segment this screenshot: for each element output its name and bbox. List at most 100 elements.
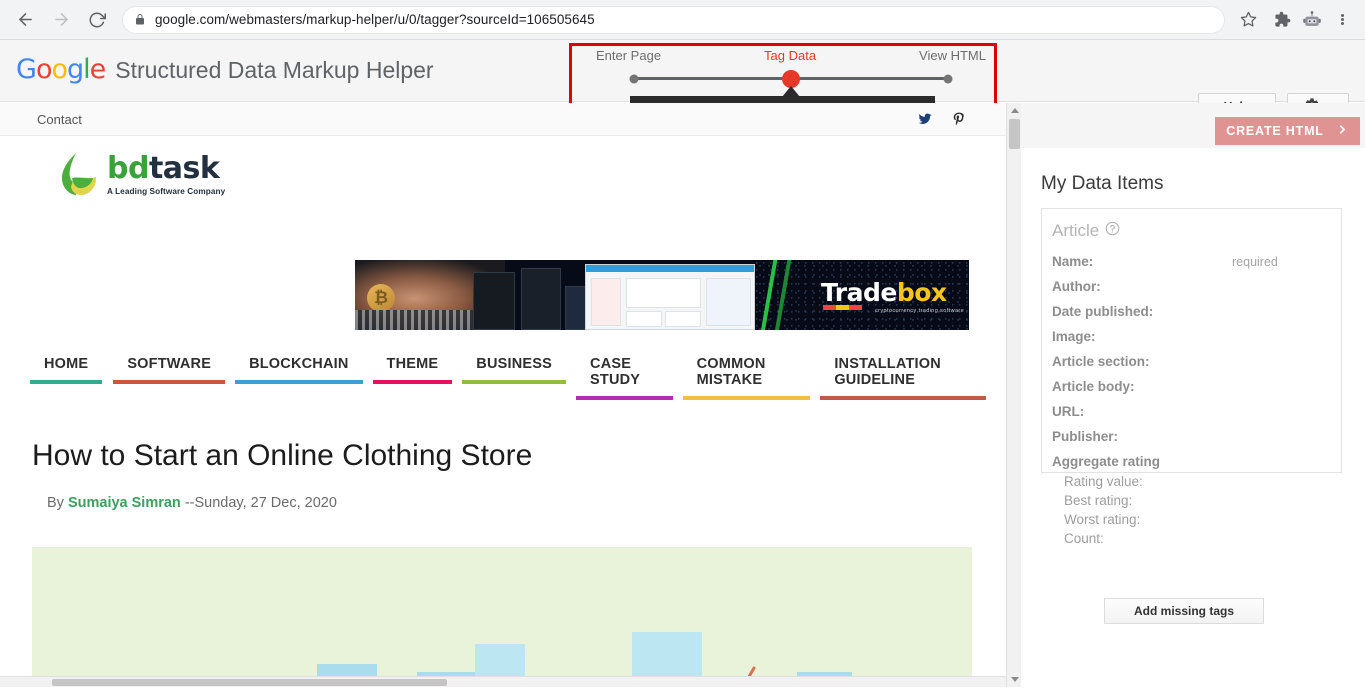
menu-dot — [1340, 22, 1344, 26]
nav-underline — [576, 396, 673, 400]
property-name[interactable]: Name: — [1052, 254, 1093, 269]
address-bar[interactable]: google.com/webmasters/markup-helper/u/0/… — [122, 5, 1225, 34]
article-headline[interactable]: How to Start an Online Clothing Store — [32, 439, 532, 473]
logo-letter-o2: o — [51, 54, 68, 85]
tradebox-o-icon: o — [914, 278, 931, 307]
banner-panel-1 — [626, 311, 662, 327]
tradebox-bar-yellow — [836, 305, 849, 310]
article-date[interactable]: Sunday, 27 Dec, 2020 — [194, 495, 336, 511]
banner-panel-2 — [665, 311, 701, 327]
contact-link[interactable]: Contact — [37, 112, 82, 127]
property-best-rating[interactable]: Best rating: — [1064, 493, 1132, 508]
nav-item-blockchain[interactable]: BLOCKCHAIN — [235, 353, 363, 384]
chrome-menu-icon[interactable] — [1329, 12, 1355, 26]
extensions-puzzle-icon[interactable] — [1267, 5, 1297, 35]
data-item-type-label: Article — [1052, 221, 1100, 240]
banner-screen-b — [521, 268, 561, 330]
pinterest-icon[interactable] — [951, 110, 967, 128]
scroll-up-arrow-icon[interactable] — [1011, 108, 1019, 113]
menu-dot — [1340, 18, 1344, 21]
banner-screen-titlebar — [586, 265, 754, 272]
site-logo[interactable]: bdtask A Leading Software Company — [58, 151, 225, 199]
tradebox-trade: Trade — [821, 278, 897, 307]
scroll-down-arrow-icon[interactable] — [1011, 677, 1019, 682]
create-html-label: CREATE HTML — [1226, 124, 1324, 138]
nav-label: BLOCKCHAIN — [249, 356, 349, 372]
add-missing-tags-button[interactable]: Add missing tags — [1104, 598, 1264, 624]
nav-label: INSTALLATION GUIDELINE — [834, 356, 941, 388]
nav-underline — [682, 396, 811, 400]
url-text: google.com/webmasters/markup-helper/u/0/… — [155, 12, 595, 27]
site-main-nav: HOME SOFTWARE BLOCKCHAIN THEME BUSINESS … — [30, 353, 986, 400]
property-article-section[interactable]: Article section: — [1052, 354, 1150, 369]
nav-item-business[interactable]: BUSINESS — [462, 353, 567, 384]
property-count[interactable]: Count: — [1064, 531, 1104, 546]
byline-prefix: By — [47, 495, 64, 511]
bdtask-wordmark: bdtask A Leading Software Company — [107, 150, 225, 196]
property-article-body[interactable]: Article body: — [1052, 379, 1135, 394]
logo-letter-e: e — [89, 54, 107, 85]
bdtask-word: bdtask — [107, 150, 225, 186]
property-url[interactable]: URL: — [1052, 404, 1084, 419]
logo-letter-o1: o — [35, 54, 53, 85]
tradebox-accent-bars — [823, 305, 862, 310]
nav-item-software[interactable]: SOFTWARE — [113, 353, 226, 384]
profile-avatar[interactable] — [1301, 9, 1323, 31]
back-button[interactable] — [10, 5, 40, 35]
nav-item-case-study[interactable]: CASE STUDY — [576, 353, 673, 400]
nav-underline — [235, 380, 363, 384]
nav-label: HOME — [44, 356, 89, 372]
site-topbar: Contact — [0, 103, 1009, 136]
property-image[interactable]: Image: — [1052, 329, 1096, 344]
tradebox-b: b — [896, 278, 915, 307]
nav-item-installation-guideline[interactable]: INSTALLATION GUIDELINE — [820, 353, 986, 400]
step-label-tag-data[interactable]: Tag Data — [764, 48, 816, 63]
forward-button[interactable] — [46, 5, 76, 35]
horizontal-scrollbar[interactable] — [0, 676, 1006, 687]
step-dot-enter-page[interactable] — [629, 74, 639, 83]
vertical-scrollbar-thumb[interactable] — [1009, 119, 1020, 149]
nav-item-theme[interactable]: THEME — [372, 353, 453, 384]
help-circle-icon[interactable] — [1105, 221, 1120, 241]
step-dot-tag-data[interactable] — [782, 69, 800, 88]
banner-dashboard-screens — [465, 260, 765, 330]
article-hero-illustration[interactable]: % ✦ ✦ ✦ — [32, 547, 972, 687]
stepper-track — [629, 69, 953, 88]
banner-table-left — [591, 278, 621, 326]
step-label-enter-page[interactable]: Enter Page — [596, 48, 661, 63]
twitter-icon[interactable] — [917, 110, 933, 128]
nav-label: THEME — [386, 356, 439, 372]
lock-icon — [134, 13, 146, 26]
vertical-scrollbar[interactable] — [1006, 103, 1021, 687]
article-author[interactable]: Sumaiya Simran — [68, 495, 181, 511]
nav-item-common-mistake[interactable]: COMMON MISTAKE — [682, 353, 811, 400]
property-aggregate-rating[interactable]: Aggregate rating — [1052, 454, 1160, 469]
page-preview-pane[interactable]: Contact bdtask A Leading Software Compan… — [0, 103, 1009, 687]
tradebox-bar-red — [823, 305, 836, 310]
property-rating-value[interactable]: Rating value: — [1064, 474, 1143, 489]
tradebox-banner-ad[interactable]: ₿ Tradebox cryptocurrency trading softwa… — [355, 260, 969, 330]
property-author[interactable]: Author: — [1052, 279, 1101, 294]
banner-screen-main — [585, 264, 755, 330]
property-publisher[interactable]: Publisher: — [1052, 429, 1118, 444]
property-worst-rating[interactable]: Worst rating: — [1064, 512, 1140, 527]
bookmark-star-icon[interactable] — [1233, 5, 1263, 35]
nav-item-home[interactable]: HOME — [30, 353, 103, 384]
google-logo: Google — [16, 54, 107, 85]
nav-underline — [113, 380, 226, 384]
tradebox-subtitle: cryptocurrency trading software — [875, 308, 965, 314]
step-dot-view-html[interactable] — [943, 74, 953, 83]
step-label-view-html[interactable]: View HTML — [919, 48, 986, 63]
horizontal-scrollbar-thumb[interactable] — [52, 679, 447, 686]
nav-label: COMMON MISTAKE — [696, 356, 766, 388]
menu-dot — [1340, 13, 1344, 17]
banner-streak-2 — [773, 260, 793, 330]
nav-underline — [372, 380, 453, 384]
create-html-button[interactable]: CREATE HTML — [1215, 117, 1360, 145]
reload-button[interactable] — [82, 5, 112, 35]
stepper-labels: Enter Page Tag Data View HTML — [596, 48, 986, 63]
banner-table-right — [706, 278, 751, 326]
bdtask-task: task — [148, 150, 220, 186]
property-date-published[interactable]: Date published: — [1052, 304, 1153, 319]
nav-label: SOFTWARE — [127, 356, 212, 372]
